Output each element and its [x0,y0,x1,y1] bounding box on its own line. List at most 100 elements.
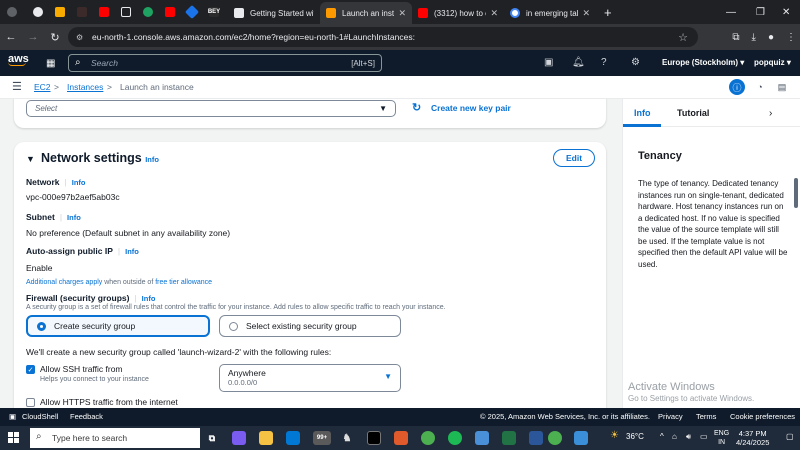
info-link[interactable]: Info [145,155,159,164]
settings-gear-icon[interactable]: ⚙ [631,57,640,68]
excel-icon[interactable] [502,431,516,445]
refresh-icon[interactable]: ↻ [412,101,421,114]
cookie-preferences-link[interactable]: Cookie preferences [730,412,795,421]
help-icon[interactable]: ? [601,57,607,68]
app-icon[interactable] [574,431,588,445]
bookmark-star-icon[interactable]: ☆ [678,31,688,44]
new-tab-icon[interactable]: + [604,5,612,20]
tray-chevron-icon[interactable]: ^ [660,432,664,441]
word-icon[interactable] [529,431,543,445]
taskbar-search-input[interactable]: ⌕ Type here to search [30,428,200,448]
hamburger-menu-icon[interactable]: ☰ [12,80,22,93]
search-highlight-icon[interactable]: 🏈︎ [154,431,168,445]
existing-security-group-option[interactable]: Select existing security group [219,315,401,337]
ssh-source-select[interactable]: Anywhere 0.0.0.0/0 ▼ [219,364,401,392]
browser-tab[interactable]: Getting Started wit [228,2,320,24]
menu-kebab-icon[interactable]: ⋮ [786,32,796,43]
https-checkbox[interactable] [26,398,35,407]
services-grid-icon[interactable]: ▦ [46,58,55,69]
forward-icon[interactable]: → [22,31,44,43]
browser-tab[interactable]: (3312) how to ens ✕ [412,2,504,24]
charges-link[interactable]: Additional charges apply [26,279,102,286]
pinned-tab[interactable] [50,0,70,24]
create-security-group-option[interactable]: Create security group [26,315,210,337]
language-indicator[interactable]: ENG IN [714,429,729,447]
info-link[interactable]: Info [72,178,86,187]
restore-icon[interactable]: ❐ [756,0,765,24]
url-input[interactable]: ⚙ eu-north-1.console.aws.amazon.com/ec2/… [68,27,698,47]
pinned-tab[interactable] [94,0,114,24]
search-input[interactable]: ⌕ Search [Alt+S] [68,54,382,72]
app-icon[interactable] [475,431,489,445]
feedback-link[interactable]: Feedback [70,412,103,421]
cloudshell-icon[interactable]: ▣ [9,412,16,421]
volume-icon[interactable]: 🔊︎ [686,432,691,442]
region-selector[interactable]: Europe (Stockholm) ▾ [662,58,744,67]
network-icon[interactable]: ⌂ [672,432,677,441]
app-icon[interactable] [394,431,408,445]
close-window-icon[interactable]: ✕ [782,0,790,24]
reload-icon[interactable]: ↻ [44,31,66,44]
cloudshell-icon[interactable]: ▣ [544,57,553,68]
close-tab-icon[interactable]: ✕ [582,8,590,19]
temperature-text[interactable]: 36°C [626,432,644,441]
site-info-icon[interactable]: ⚙ [76,33,83,42]
download-icon[interactable]: ⤓ [752,32,756,43]
profile-icon[interactable]: ● [768,32,774,43]
breadcrumb-instances[interactable]: Instances [67,82,103,92]
collapse-caret-icon[interactable]: ▼ [26,154,35,164]
info-link[interactable]: Info [142,294,156,303]
create-key-pair-link[interactable]: Create new key pair [431,103,511,113]
pinned-tab[interactable] [182,0,202,24]
breadcrumb-ec2[interactable]: EC2 [34,82,51,92]
ssh-checkbox[interactable]: ✓ [26,365,35,374]
pinned-tab[interactable] [160,0,180,24]
battery-icon[interactable]: ▭ [700,432,708,441]
pinned-tab[interactable] [138,0,158,24]
back-icon[interactable]: ← [0,31,22,43]
extensions-icon[interactable]: ⧉ [732,32,739,43]
chrome-icon[interactable] [421,431,435,445]
account-menu[interactable]: popquiz ▾ [754,58,791,67]
file-explorer-icon[interactable] [259,431,273,445]
notifications-toggle-icon[interactable]: ◔ [752,79,768,95]
terms-link[interactable]: Terms [696,412,716,421]
spotify-icon[interactable] [448,431,462,445]
free-tier-link[interactable]: free tier allowance [155,279,212,286]
close-tab-icon[interactable]: ✕ [490,8,498,19]
pinned-tab[interactable] [72,0,92,24]
info-link[interactable]: Info [125,247,139,256]
edit-button[interactable]: Edit [553,149,595,167]
minimize-icon[interactable]: — [726,0,736,24]
tab-tutorial[interactable]: Tutorial [677,108,709,118]
settings-panel-icon[interactable]: ▤ [774,79,790,95]
browser-tab-active[interactable]: Launch an instance ✕ [320,2,412,24]
mail-badge-icon[interactable]: 99+ [313,431,331,445]
terminal-icon[interactable] [367,431,381,445]
aws-logo[interactable]: aws [8,53,29,66]
cloudshell-link[interactable]: CloudShell [22,412,58,421]
chevron-right-icon[interactable]: › [769,108,772,119]
key-pair-select[interactable]: Select ▼ [26,100,396,117]
pinned-tab[interactable] [28,0,48,24]
notification-center-icon[interactable]: ▢ [786,432,794,441]
chrome-active-icon[interactable] [548,431,562,445]
scrollbar-thumb[interactable] [794,178,798,208]
info-link[interactable]: Info [67,213,81,222]
close-tab-icon[interactable]: ✕ [398,8,406,19]
tab-info[interactable]: Info [634,108,651,118]
info-panel-toggle-icon[interactable]: ⓘ [729,79,745,95]
task-view-icon[interactable]: ⧉ [205,431,219,445]
edge-icon[interactable] [286,431,300,445]
pinned-tab[interactable]: BEY [204,0,224,24]
notifications-bell-icon[interactable]: 🔔︎ [572,57,585,68]
tab-overview-button[interactable] [2,0,22,24]
privacy-link[interactable]: Privacy [658,412,683,421]
weather-icon[interactable]: ☀ [610,430,619,441]
windows-start-icon[interactable] [8,432,19,443]
pinned-tab[interactable] [116,0,136,24]
copilot-icon[interactable] [232,431,246,445]
app-icon[interactable]: ♞ [340,431,354,445]
clock[interactable]: 4:37 PM 4/24/2025 [736,429,769,447]
browser-tab[interactable]: in emerging talent ✕ [504,2,596,24]
